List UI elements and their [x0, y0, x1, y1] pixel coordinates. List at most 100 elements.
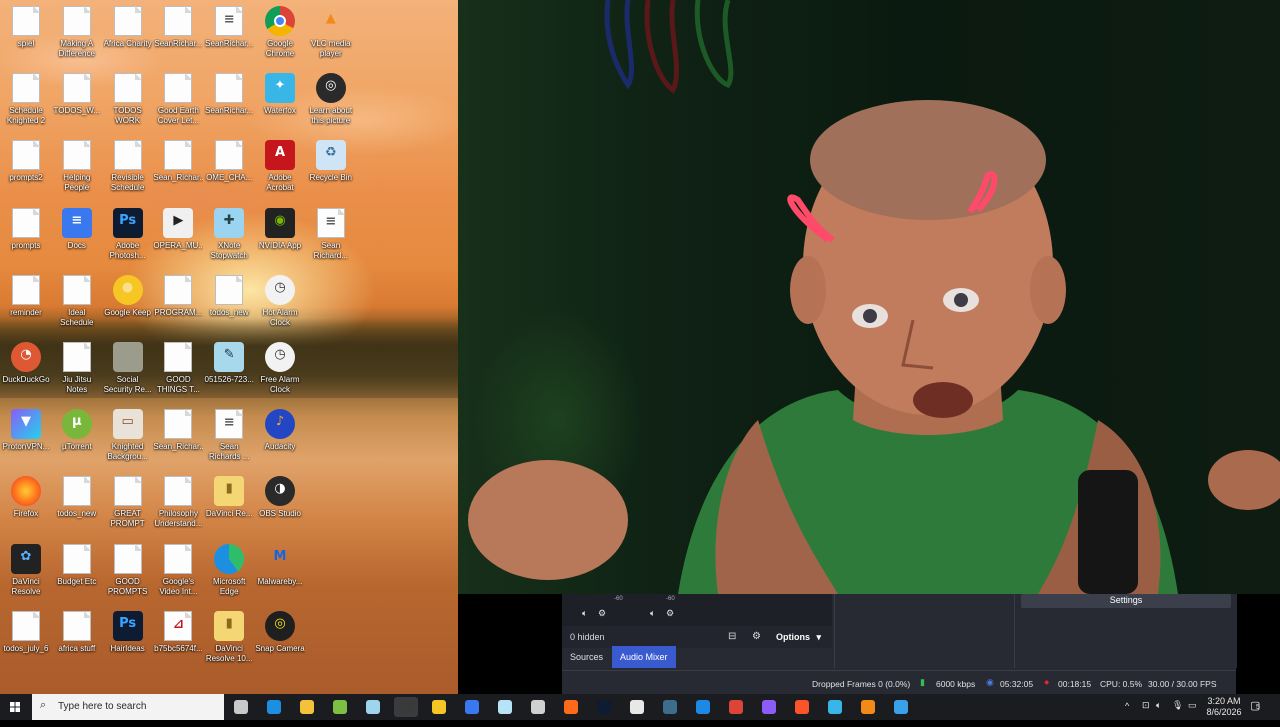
desktop-icon[interactable]: africa stuff — [52, 607, 102, 671]
desktop-icon[interactable]: Revisible Schedule — [103, 136, 153, 200]
desktop-icon[interactable]: Firefox — [1, 472, 51, 536]
desktop-icon[interactable]: ✿ DaVinci Resolve — [1, 540, 51, 604]
desktop-icon[interactable]: Schedule Knighted 2 — [1, 69, 51, 133]
desktop-icon[interactable]: Helping People — [52, 136, 102, 200]
desktop-icon[interactable]: Ps HairIdeas — [103, 607, 153, 671]
desktop-icon[interactable]: µ µTorrent — [52, 405, 102, 469]
taskbar-app-docs[interactable] — [460, 697, 484, 717]
taskbar-app-task-view[interactable] — [229, 697, 253, 717]
clock[interactable]: 3:20 AM 8/6/2026 — [1206, 696, 1242, 722]
desktop-icon[interactable]: GOOD THINGS T... — [153, 338, 203, 402]
desktop-icon[interactable]: Microsoft Edge — [204, 540, 254, 604]
tab-audio-mixer[interactable]: Audio Mixer — [612, 646, 676, 668]
desktop-icon[interactable]: Sean_Richar... — [153, 405, 203, 469]
desktop-icon[interactable]: spiel — [1, 2, 51, 66]
taskbar-app-notepad[interactable] — [361, 697, 385, 717]
layout-icon[interactable]: ⊟ — [728, 631, 736, 642]
taskbar-app-photoshop[interactable] — [592, 697, 616, 717]
desktop-icon[interactable]: Jiu Jitsu Notes — [52, 338, 102, 402]
desktop-icon[interactable]: OME_CHA... — [204, 136, 254, 200]
taskbar-app-xnote[interactable] — [493, 697, 517, 717]
taskbar-app-chrome[interactable] — [724, 697, 748, 717]
desktop-icon[interactable]: SeanRichar... — [204, 69, 254, 133]
taskbar-app-file-explorer[interactable] — [295, 697, 319, 717]
taskbar-app-edge[interactable] — [262, 697, 286, 717]
settings-button[interactable]: Settings — [1021, 594, 1231, 608]
desktop-icon[interactable]: ◷ Free Alarm Clock — [255, 338, 305, 402]
tab-sources[interactable]: Sources — [562, 646, 611, 668]
desktop-icon[interactable]: Social Security Re... — [103, 338, 153, 402]
taskbar-app-brave[interactable] — [790, 697, 814, 717]
desktop-icon[interactable]: ◎ Learn about this picture — [306, 69, 356, 133]
gear-a-icon[interactable]: ⚙︎ — [598, 608, 606, 619]
microphone-icon[interactable]: 🎙︎ — [1172, 700, 1183, 726]
options-button[interactable]: Options ▾ — [776, 632, 821, 643]
desktop-icon[interactable]: ▼ ProtonVPN... — [1, 405, 51, 469]
desktop-icon[interactable]: ✚ XNote Stopwatch — [204, 204, 254, 268]
taskbar-app-xbox[interactable] — [328, 697, 352, 717]
desktop-icon[interactable]: ◎ Snap Camera — [255, 607, 305, 671]
desktop-icon[interactable]: SeanRichar... — [153, 2, 203, 66]
desktop-icon[interactable]: ≡ SeanRichar... — [204, 2, 254, 66]
desktop-icon[interactable]: Making A Difference — [52, 2, 102, 66]
desktop-icon[interactable]: ≡ Sean Richard... — [306, 204, 356, 268]
desktop-icon[interactable]: Google Chrome — [255, 2, 305, 66]
desktop-icon[interactable]: ▮ DaVinci Re... — [204, 472, 254, 536]
desktop-icon[interactable]: Good Earth Cover Let... — [153, 69, 203, 133]
network-icon[interactable]: ⊡ — [1142, 700, 1150, 726]
desktop-icon[interactable]: A Adobe Acrobat — [255, 136, 305, 200]
desktop-icon[interactable]: Google's Video Int... — [153, 540, 203, 604]
volume-b-icon[interactable]: 🔈︎ — [650, 608, 655, 619]
volume-a-icon[interactable]: 🔈︎ — [582, 608, 587, 619]
taskbar-app-settings-gear[interactable] — [526, 697, 550, 717]
desktop-icon[interactable]: prompts — [1, 204, 51, 268]
desktop-icon[interactable]: TODOS_W... — [52, 69, 102, 133]
desktop-icon[interactable]: ▲ VLC media player — [306, 2, 356, 66]
desktop-icon[interactable]: GOOD PROMPTS — [103, 540, 153, 604]
taskbar-app-window[interactable] — [691, 697, 715, 717]
taskbar-app-terminal[interactable] — [658, 697, 682, 717]
desktop-icon[interactable]: todos_july_6 — [1, 607, 51, 671]
desktop-icon[interactable]: ✎ 051526-723... — [204, 338, 254, 402]
desktop-icon[interactable]: Africa Charity — [103, 2, 153, 66]
taskbar-app-obs[interactable] — [394, 697, 418, 717]
start-button[interactable] — [0, 694, 30, 720]
desktop-icon[interactable]: todos_new — [52, 472, 102, 536]
taskbar-app-firefox[interactable] — [559, 697, 583, 717]
taskbar-app-keep[interactable] — [427, 697, 451, 717]
desktop-icon[interactable]: ♪ Audacity — [255, 405, 305, 469]
taskbar-app-media[interactable] — [625, 697, 649, 717]
taskbar-search-box[interactable]: ⌕ Type here to search — [32, 694, 224, 720]
gear-b-icon[interactable]: ⚙︎ — [666, 608, 674, 619]
display-icon[interactable]: ▭ — [1188, 700, 1197, 726]
desktop-icon[interactable]: ♻ Recycle Bin — [306, 136, 356, 200]
desktop-icon[interactable]: ▮ DaVinci Resolve 10... — [204, 607, 254, 671]
desktop-icon[interactable]: Philosophy Understand... — [153, 472, 203, 536]
desktop-icon[interactable]: M Malwareby... — [255, 540, 305, 604]
desktop-icon[interactable]: reminder — [1, 271, 51, 335]
show-hidden-icons-chevron-icon[interactable]: ^ — [1125, 701, 1129, 727]
desktop-icon[interactable]: todos_new — [204, 271, 254, 335]
desktop-icon[interactable]: Sean_Richar... — [153, 136, 203, 200]
speaker-icon[interactable]: 🔈︎ — [1156, 700, 1161, 726]
taskbar-app-vlc[interactable] — [856, 697, 880, 717]
desktop-icon[interactable]: Budget Etc — [52, 540, 102, 604]
mixer-settings-icon[interactable]: ⚙︎ — [752, 631, 761, 642]
desktop-icon[interactable]: ◷ Hot Alarm Clock — [255, 271, 305, 335]
desktop-icon[interactable]: ◑ OBS Studio — [255, 472, 305, 536]
desktop-icon[interactable]: TODOS WORK — [103, 69, 153, 133]
desktop-icon[interactable]: ● Google Keep — [103, 271, 153, 335]
desktop-icon[interactable]: prompts2 — [1, 136, 51, 200]
taskbar-app-proton[interactable] — [757, 697, 781, 717]
taskbar-app-waterfox[interactable] — [823, 697, 847, 717]
desktop-icon[interactable]: Ps Adobe Photosh... — [103, 204, 153, 268]
desktop-icon[interactable]: Ideal Schedule — [52, 271, 102, 335]
desktop-icon[interactable]: ≡ Docs — [52, 204, 102, 268]
desktop-icon[interactable]: ▶ OPERA_MU... — [153, 204, 203, 268]
desktop-icon[interactable]: ⊿ b75bc5674f... — [153, 607, 203, 671]
desktop-icon[interactable]: ✦ Waterfox — [255, 69, 305, 133]
desktop-icon[interactable]: ▭ Knighted Backgrou... — [103, 405, 153, 469]
desktop-icon[interactable]: PROGRAM... — [153, 271, 203, 335]
notification-center-button[interactable]: ▢ 5 — [1250, 699, 1260, 725]
desktop-icon[interactable]: ≡ Sean Richards ... — [204, 405, 254, 469]
